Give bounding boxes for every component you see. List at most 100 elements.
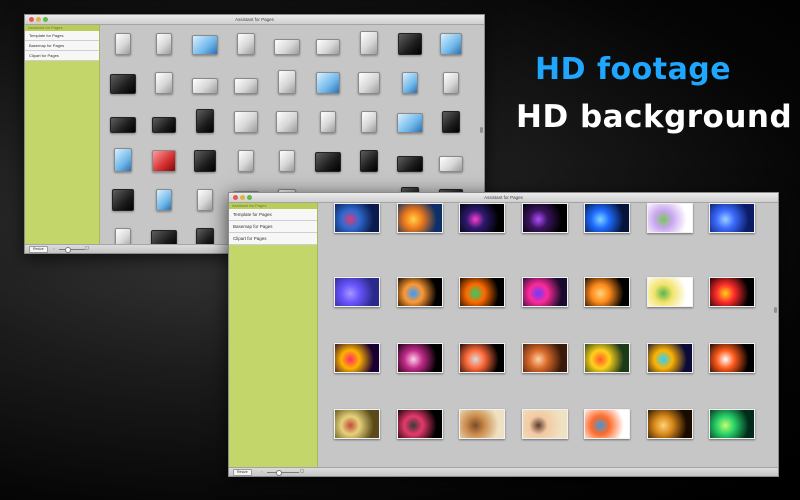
background-window[interactable]: Assistant for Pages Assistant for Pages … bbox=[228, 192, 779, 477]
clipart-item[interactable] bbox=[149, 226, 177, 245]
clipart-item[interactable] bbox=[149, 70, 177, 100]
clipart-item[interactable] bbox=[313, 31, 341, 61]
clipart-item[interactable] bbox=[395, 148, 423, 178]
sidebar-item-template[interactable]: Template for Pages bbox=[229, 209, 317, 221]
clipart-item[interactable] bbox=[313, 70, 341, 100]
zoom-out-icon[interactable]: ▫ bbox=[53, 246, 54, 251]
background-item[interactable] bbox=[396, 335, 443, 375]
background-thumbnail bbox=[459, 409, 505, 439]
sidebar-item-template[interactable]: Template for Pages bbox=[25, 31, 99, 41]
background-item[interactable] bbox=[709, 401, 755, 441]
clipart-item[interactable] bbox=[231, 70, 259, 100]
zoom-slider[interactable] bbox=[267, 472, 299, 473]
clipart-item[interactable] bbox=[149, 187, 177, 217]
background-item[interactable] bbox=[396, 269, 443, 309]
clipart-item[interactable] bbox=[436, 148, 464, 178]
clipart-item[interactable] bbox=[395, 70, 423, 100]
clipart-item[interactable] bbox=[149, 31, 177, 61]
background-item[interactable] bbox=[709, 335, 755, 375]
background-item[interactable] bbox=[584, 401, 630, 441]
clipart-item[interactable] bbox=[395, 109, 423, 139]
window-titlebar[interactable]: Assistant for Pages bbox=[229, 193, 778, 203]
clipart-item[interactable] bbox=[272, 70, 300, 100]
clipart-item[interactable] bbox=[108, 31, 136, 61]
clipart-item[interactable] bbox=[313, 109, 341, 139]
clipart-item[interactable] bbox=[231, 148, 259, 178]
clipart-item[interactable] bbox=[313, 148, 341, 178]
clipart-image bbox=[156, 33, 172, 55]
clipart-item[interactable] bbox=[395, 31, 423, 61]
clipart-item[interactable] bbox=[436, 70, 464, 100]
background-thumbnail bbox=[521, 203, 568, 233]
zoom-in-icon[interactable]: ◻ bbox=[85, 245, 89, 251]
clipart-item[interactable] bbox=[190, 148, 218, 178]
background-thumbnail bbox=[584, 343, 630, 373]
resize-button[interactable]: Resize bbox=[29, 246, 48, 253]
window-titlebar[interactable]: Assistant for Pages bbox=[25, 15, 484, 25]
background-item[interactable] bbox=[334, 269, 380, 309]
background-item[interactable] bbox=[334, 401, 380, 441]
background-item[interactable] bbox=[396, 401, 443, 441]
clipart-item[interactable] bbox=[108, 226, 136, 245]
background-item[interactable] bbox=[521, 401, 568, 441]
clipart-item[interactable] bbox=[190, 31, 218, 61]
background-item[interactable] bbox=[646, 401, 693, 441]
clipart-item[interactable] bbox=[354, 31, 382, 61]
zoom-out-icon[interactable]: ▫ bbox=[261, 469, 262, 474]
background-item[interactable] bbox=[396, 203, 443, 243]
background-item[interactable] bbox=[646, 269, 693, 309]
zoom-in-icon[interactable]: ◻ bbox=[300, 468, 304, 474]
clipart-image bbox=[238, 150, 254, 172]
scrollbar-thumb[interactable] bbox=[480, 127, 483, 133]
clipart-item[interactable] bbox=[108, 148, 136, 178]
clipart-item[interactable] bbox=[272, 109, 300, 139]
background-item[interactable] bbox=[459, 401, 505, 441]
zoom-slider-knob[interactable] bbox=[64, 247, 71, 253]
clipart-item[interactable] bbox=[272, 148, 300, 178]
background-item[interactable] bbox=[459, 203, 505, 243]
background-item[interactable] bbox=[459, 335, 505, 375]
sidebar-item-clipart[interactable]: Clipart for Pages bbox=[25, 51, 99, 61]
clipart-image bbox=[440, 33, 462, 55]
zoom-slider-knob[interactable] bbox=[276, 470, 283, 476]
clipart-item[interactable] bbox=[272, 31, 300, 61]
background-item[interactable] bbox=[334, 203, 380, 243]
background-thumbnail bbox=[584, 409, 630, 439]
clipart-item[interactable] bbox=[231, 31, 259, 61]
clipart-item[interactable] bbox=[108, 109, 136, 139]
resize-button[interactable]: Resize bbox=[233, 469, 252, 476]
clipart-image bbox=[320, 111, 336, 133]
clipart-image bbox=[234, 78, 258, 94]
clipart-item[interactable] bbox=[190, 226, 218, 245]
sidebar-item-basemap[interactable]: Basemap for Pages bbox=[229, 221, 317, 233]
clipart-item[interactable] bbox=[108, 70, 136, 100]
sidebar-item-clipart[interactable]: Clipart for Pages bbox=[229, 233, 317, 245]
scrollbar-thumb[interactable] bbox=[774, 307, 777, 313]
clipart-item[interactable] bbox=[108, 187, 136, 217]
background-item[interactable] bbox=[459, 269, 505, 309]
zoom-slider[interactable] bbox=[59, 249, 85, 250]
background-item[interactable] bbox=[646, 335, 693, 375]
background-item[interactable] bbox=[521, 335, 568, 375]
clipart-item[interactable] bbox=[354, 70, 382, 100]
background-item[interactable] bbox=[521, 269, 568, 309]
background-item[interactable] bbox=[584, 203, 630, 243]
clipart-item[interactable] bbox=[149, 109, 177, 139]
sidebar-item-basemap[interactable]: Basemap for Pages bbox=[25, 41, 99, 51]
clipart-item[interactable] bbox=[436, 31, 464, 61]
clipart-item[interactable] bbox=[231, 109, 259, 139]
background-item[interactable] bbox=[334, 335, 380, 375]
background-item[interactable] bbox=[709, 203, 755, 243]
background-item[interactable] bbox=[584, 335, 630, 375]
clipart-item[interactable] bbox=[190, 109, 218, 139]
background-item[interactable] bbox=[521, 203, 568, 243]
clipart-item[interactable] bbox=[190, 187, 218, 217]
clipart-item[interactable] bbox=[149, 148, 177, 178]
clipart-item[interactable] bbox=[436, 109, 464, 139]
clipart-item[interactable] bbox=[354, 109, 382, 139]
clipart-item[interactable] bbox=[190, 70, 218, 100]
background-item[interactable] bbox=[646, 203, 693, 243]
clipart-item[interactable] bbox=[354, 148, 382, 178]
background-item[interactable] bbox=[709, 269, 755, 309]
background-item[interactable] bbox=[584, 269, 630, 309]
